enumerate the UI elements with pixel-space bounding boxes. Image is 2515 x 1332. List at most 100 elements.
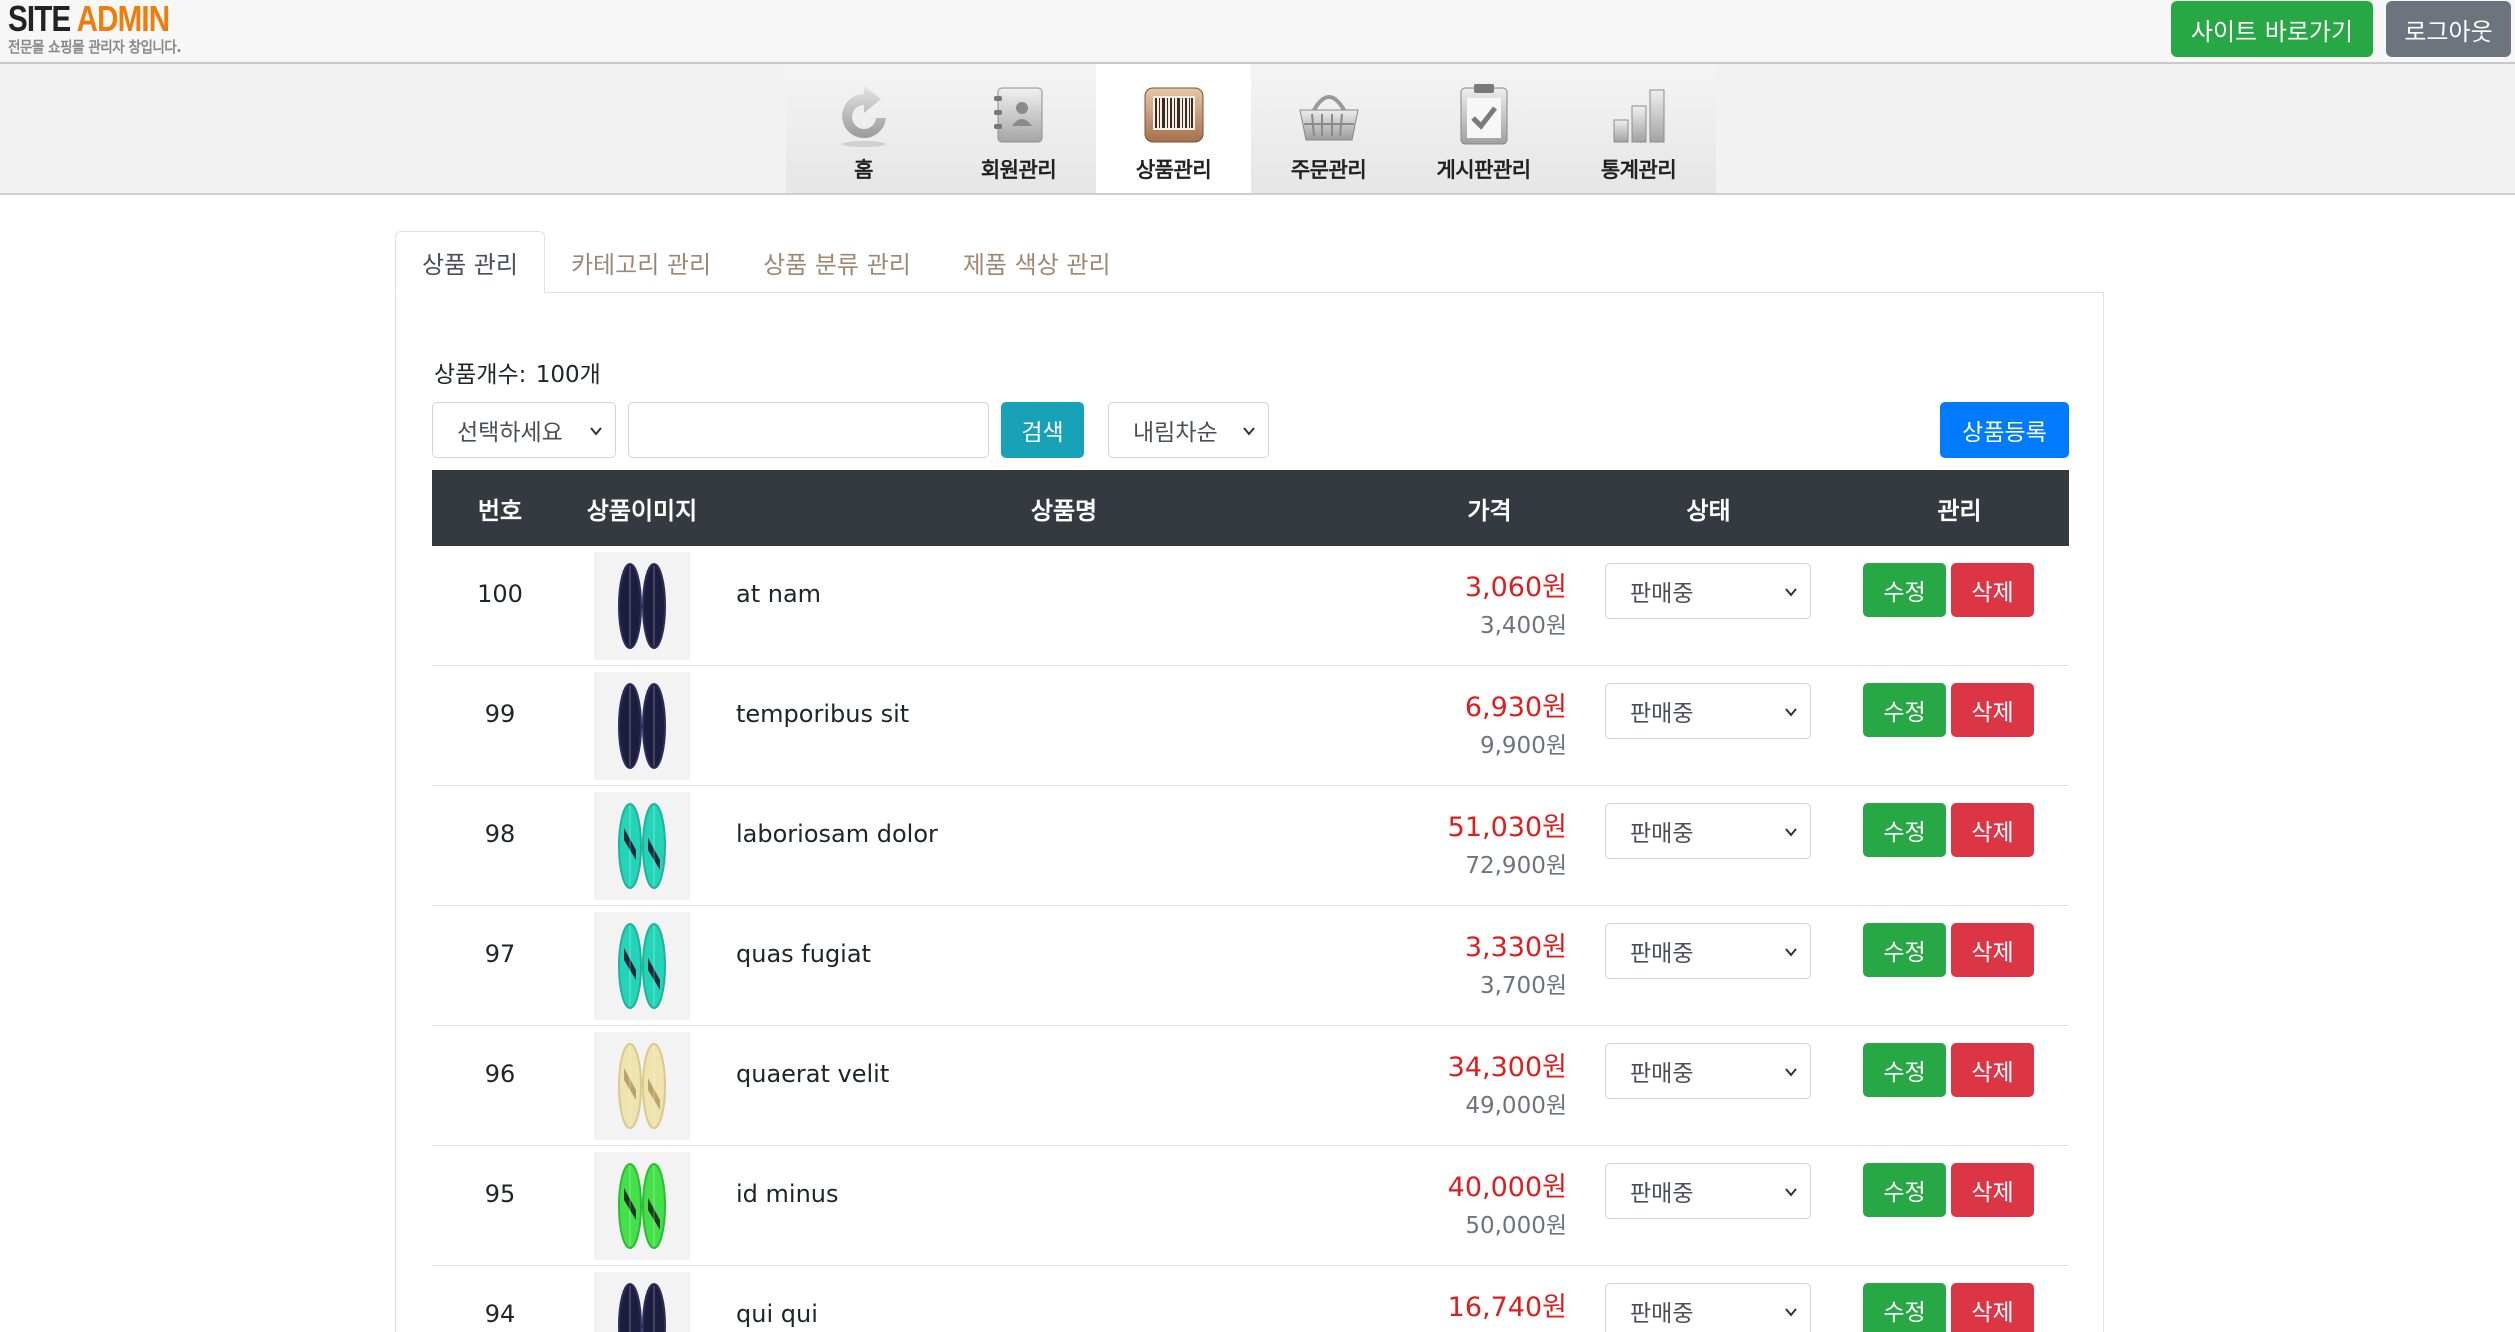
status-select[interactable]: 판매중 <box>1605 1043 1811 1099</box>
nav-label-stats: 통계관리 <box>1600 158 1677 182</box>
price-cell: 3,060원 3,400원 <box>1465 568 1567 644</box>
row-number: 95 <box>484 1180 516 1208</box>
table-row: 98 laboriosam dolor 51,030원 72,900원 판매중 <box>432 786 2069 906</box>
status-select[interactable]: 판매중 <box>1605 683 1811 739</box>
nav-item-products[interactable]: 상품관리 <box>1096 64 1251 193</box>
product-name[interactable]: qui qui <box>736 1300 818 1328</box>
main-nav: 홈 회원관리 상품관리 주문관리 게시판관리 통계관리 <box>786 64 1716 193</box>
surfboard-image <box>618 923 666 1009</box>
edit-button[interactable]: 수정 <box>1863 683 1946 737</box>
price-cell: 3,330원 3,700원 <box>1465 928 1567 1004</box>
tab-product-classification[interactable]: 상품 분류 관리 <box>737 231 937 293</box>
product-name[interactable]: at nam <box>736 580 821 608</box>
edit-button[interactable]: 수정 <box>1863 1163 1946 1217</box>
delete-button[interactable]: 삭제 <box>1951 563 2034 617</box>
main-nav-bar: 홈 회원관리 상품관리 주문관리 게시판관리 통계관리 <box>0 64 2515 195</box>
product-name[interactable]: temporibus sit <box>736 700 909 728</box>
delete-button[interactable]: 삭제 <box>1951 1043 2034 1097</box>
status-value: 판매중 <box>1630 821 1694 847</box>
sale-price: 51,030원 <box>1447 812 1567 843</box>
nav-item-members[interactable]: 회원관리 <box>941 64 1096 193</box>
column-price: 가격 <box>1467 496 1512 525</box>
status-select[interactable]: 판매중 <box>1605 1283 1811 1332</box>
nav-label-products: 상품관리 <box>1135 158 1212 182</box>
search-filter-value: 선택하세요 <box>457 420 563 446</box>
surfboard-image <box>618 1163 666 1249</box>
shopping-basket-icon <box>1298 95 1359 141</box>
price-cell: 34,300원 49,000원 <box>1448 1048 1567 1124</box>
nav-label-orders: 주문관리 <box>1290 158 1367 182</box>
table-row: 94 qui qui 16,740원 판매중 수정 삭제 <box>432 1266 2069 1332</box>
surfboard-image <box>618 1043 666 1129</box>
row-number: 94 <box>484 1300 516 1328</box>
price-cell: 6,930원 9,900원 <box>1465 688 1567 764</box>
row-number: 97 <box>484 940 516 968</box>
admin-tabs: 상품 관리 카테고리 관리 상품 분류 관리 제품 색상 관리 <box>395 231 1137 293</box>
status-select[interactable]: 판매중 <box>1605 923 1811 979</box>
chevron-down-icon <box>1785 708 1797 717</box>
product-thumbnail[interactable] <box>594 672 690 780</box>
nav-item-home[interactable]: 홈 <box>786 64 941 193</box>
row-number: 96 <box>484 1060 516 1088</box>
product-name[interactable]: quaerat velit <box>736 1060 889 1088</box>
delete-button[interactable]: 삭제 <box>1951 1283 2034 1332</box>
product-thumbnail[interactable] <box>594 792 690 900</box>
site-shortcut-button[interactable]: 사이트 바로가기 <box>2171 1 2373 57</box>
tab-product-color[interactable]: 제품 색상 관리 <box>937 231 1137 293</box>
edit-button[interactable]: 수정 <box>1863 1043 1946 1097</box>
product-name[interactable]: laboriosam dolor <box>736 820 938 848</box>
original-price: 49,000원 <box>1465 1093 1567 1119</box>
edit-button[interactable]: 수정 <box>1863 563 1946 617</box>
logo-primary-text: SITE <box>8 0 71 39</box>
column-image: 상품이미지 <box>586 496 698 525</box>
original-price: 9,900원 <box>1479 733 1567 759</box>
search-filter-select[interactable]: 선택하세요 <box>432 402 616 458</box>
product-table-header: 번호 상품이미지 상품명 가격 상태 관리 <box>432 470 2069 546</box>
bar-chart-icon <box>1613 89 1664 143</box>
delete-button[interactable]: 삭제 <box>1951 803 2034 857</box>
edit-button[interactable]: 수정 <box>1863 1283 1946 1332</box>
address-book-icon <box>993 87 1042 143</box>
nav-item-board[interactable]: 게시판관리 <box>1406 64 1561 193</box>
product-thumbnail[interactable] <box>594 1032 690 1140</box>
product-name[interactable]: quas fugiat <box>736 940 871 968</box>
chevron-down-icon <box>1785 1308 1797 1317</box>
sort-order-value: 내림차순 <box>1133 420 1218 446</box>
nav-item-stats[interactable]: 통계관리 <box>1561 64 1716 193</box>
delete-button[interactable]: 삭제 <box>1951 1163 2034 1217</box>
sort-order-select[interactable]: 내림차순 <box>1108 402 1269 458</box>
surfboard-image <box>618 803 666 889</box>
nav-label-members: 회원관리 <box>980 158 1057 182</box>
edit-button[interactable]: 수정 <box>1863 923 1946 977</box>
sale-price: 16,740원 <box>1447 1292 1567 1323</box>
register-product-button[interactable]: 상품등록 <box>1940 402 2069 458</box>
product-name[interactable]: id minus <box>736 1180 839 1208</box>
chevron-down-icon <box>1785 588 1797 597</box>
column-name: 상품명 <box>1030 496 1098 525</box>
product-thumbnail[interactable] <box>594 912 690 1020</box>
status-select[interactable]: 판매중 <box>1605 1163 1811 1219</box>
product-thumbnail[interactable] <box>594 552 690 660</box>
surfboard-image <box>618 1283 666 1332</box>
status-select[interactable]: 판매중 <box>1605 563 1811 619</box>
sale-price: 34,300원 <box>1447 1052 1567 1083</box>
row-number: 100 <box>477 580 523 608</box>
status-select[interactable]: 판매중 <box>1605 803 1811 859</box>
original-price: 50,000원 <box>1465 1213 1567 1239</box>
table-row: 100 at nam 3,060원 3,400원 판매중 수정 삭제 <box>432 546 2069 666</box>
edit-button[interactable]: 수정 <box>1863 803 1946 857</box>
tab-category-management[interactable]: 카테고리 관리 <box>545 231 737 293</box>
site-admin-logo[interactable]: SITE ADMIN 전문몰 쇼핑몰 관리자 창입니다. <box>8 0 205 57</box>
delete-button[interactable]: 삭제 <box>1951 683 2034 737</box>
sale-price: 3,330원 <box>1464 932 1567 963</box>
tab-product-management[interactable]: 상품 관리 <box>395 231 545 293</box>
nav-item-orders[interactable]: 주문관리 <box>1251 64 1406 193</box>
refresh-arrow-icon <box>841 86 886 147</box>
search-input[interactable] <box>628 402 989 458</box>
delete-button[interactable]: 삭제 <box>1951 923 2034 977</box>
product-thumbnail[interactable] <box>594 1272 690 1332</box>
search-button[interactable]: 검색 <box>1001 402 1084 458</box>
column-number: 번호 <box>477 496 523 525</box>
product-thumbnail[interactable] <box>594 1152 690 1260</box>
logout-button[interactable]: 로그아웃 <box>2386 1 2511 57</box>
